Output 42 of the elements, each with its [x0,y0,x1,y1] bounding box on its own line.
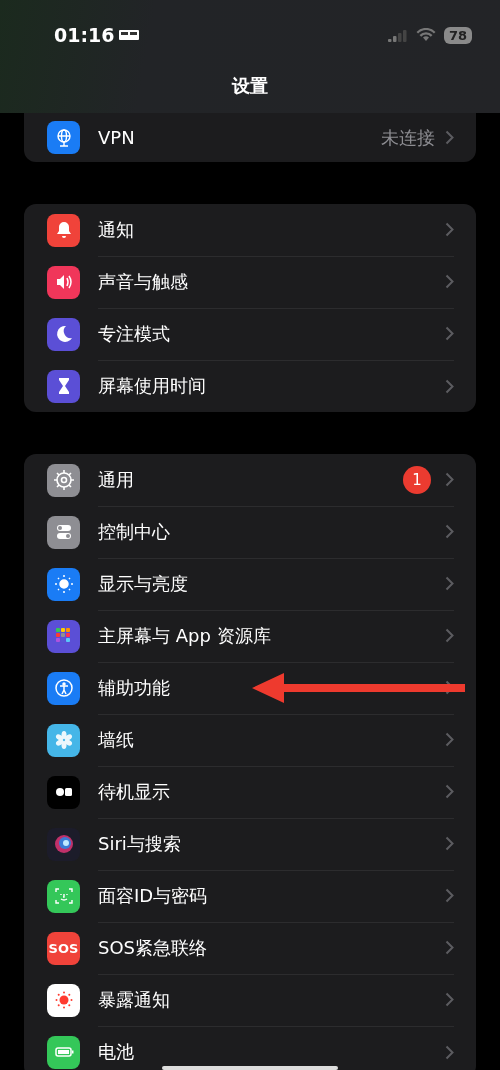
wifi-icon [415,28,436,42]
sos-icon: SOS [47,931,80,965]
chevron-icon [445,784,454,799]
battery-level: 78 [443,26,472,44]
settings-item[interactable]: 暴露通知 [98,987,170,1012]
settings-item[interactable]: 通知 [98,217,134,242]
settings-item[interactable]: 专注模式 [98,321,170,346]
chevron-icon [445,836,454,851]
settings-item[interactable]: 通用 [98,467,134,492]
settings-item[interactable]: SOS紧急联络 [98,935,208,960]
chevron-icon [445,992,454,1007]
chevron-icon [445,524,454,539]
page-title: 设置 [230,74,269,98]
settings-item[interactable]: 显示与亮度 [98,571,188,596]
status-time: 01:16 [54,24,115,46]
chevron-icon [445,628,454,643]
chevron-icon [445,472,454,487]
settings-item[interactable]: 电池 [98,1040,134,1064]
settings-item[interactable]: Siri与搜索 [98,831,181,856]
settings-item[interactable]: 面容ID与密码 [98,883,208,908]
settings-item[interactable]: 屏幕使用时间 [98,374,206,398]
bed-icon [118,28,141,42]
chevron-icon [445,222,454,237]
settings-item[interactable]: 待机显示 [98,779,170,804]
chevron-icon [445,732,454,747]
notification-badge: 1 [403,465,431,494]
chevron-icon [445,130,454,145]
settings-item[interactable]: 墙纸 [98,727,134,752]
settings-item[interactable]: 主屏幕与 App 资源库 [98,623,271,648]
chevron-icon [445,274,454,289]
settings-item[interactable]: 控制中心 [98,519,170,544]
settings-item[interactable]: VPN [98,127,135,148]
settings-item[interactable]: 声音与触感 [98,269,188,294]
chevron-icon [445,378,454,394]
chevron-icon [445,576,454,591]
chevron-icon [445,1044,454,1060]
chevron-icon [445,888,454,903]
chevron-icon [445,326,454,341]
chevron-icon [445,940,454,955]
status-value: 未连接 [381,125,435,150]
settings-item[interactable]: 辅助功能 [98,675,170,700]
signal-icon [387,28,408,42]
